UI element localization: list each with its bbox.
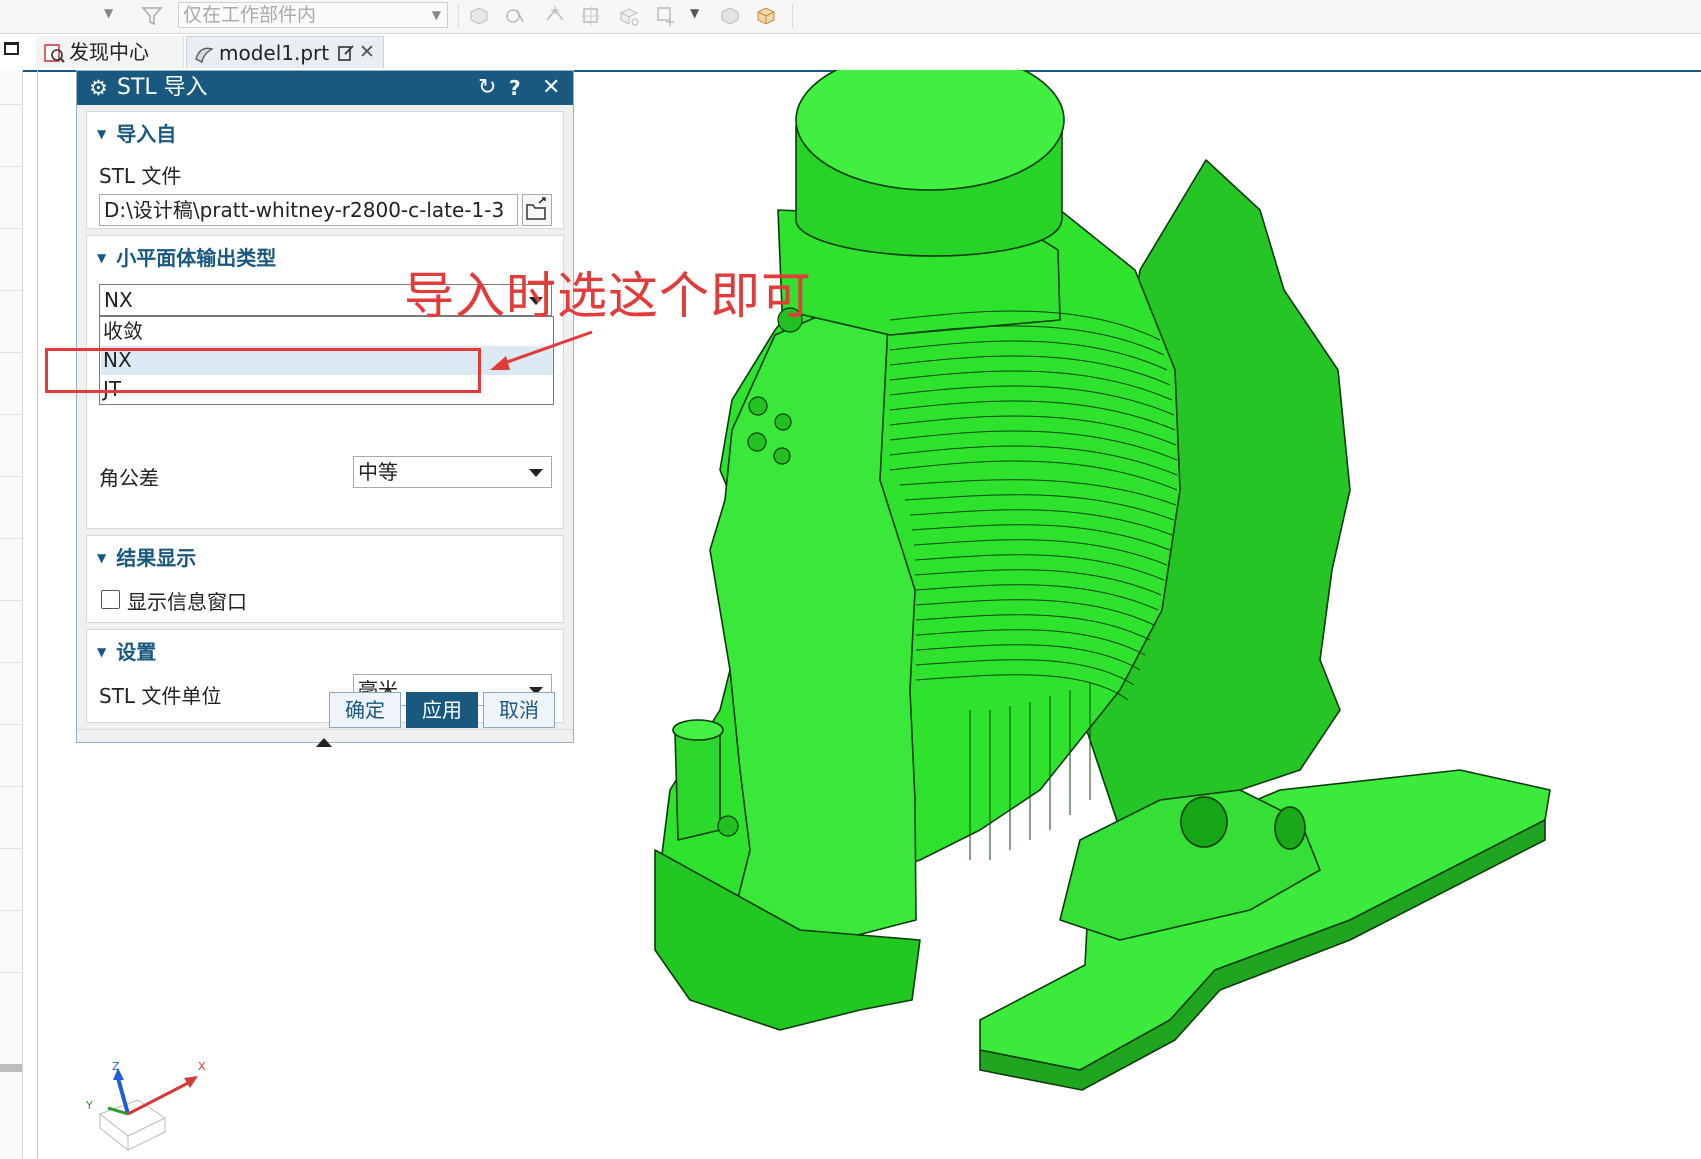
dialog-title-bar[interactable]: ⚙ STL 导入 ↻ ? ✕ bbox=[77, 71, 573, 105]
chevron-down-icon: ▼ bbox=[431, 8, 441, 22]
model-side-boss bbox=[1274, 806, 1306, 850]
group-title: 小平面体输出类型 bbox=[116, 246, 277, 270]
apply-button[interactable]: 应用 bbox=[406, 692, 478, 728]
group-title: 导入自 bbox=[116, 122, 177, 146]
tab-discover-center[interactable]: 发现中心 bbox=[36, 36, 184, 68]
collapse-triangle-icon: ▼ bbox=[97, 251, 107, 265]
selection-scope-value: 仅在工作部件内 bbox=[183, 4, 317, 26]
tab-model1-prt[interactable]: model1.prt ✕ bbox=[186, 36, 384, 68]
group-header-import-from[interactable]: ▼ 导入自 bbox=[97, 118, 176, 147]
midpoint-snap-icon[interactable] bbox=[579, 4, 603, 28]
graphics-viewport[interactable] bbox=[560, 70, 1701, 1159]
collapse-up-icon[interactable] bbox=[316, 738, 332, 747]
angle-tolerance-value: 中等 bbox=[358, 460, 398, 484]
x-axis-label: X bbox=[198, 1060, 206, 1073]
group-title: 设置 bbox=[116, 640, 157, 664]
stl-file-path-input[interactable]: D:\设计稿\pratt-whitney-r2800-c-late-1-3 bbox=[99, 194, 518, 226]
model-mount-hole bbox=[1180, 796, 1228, 848]
top-toolbar: ▼ 仅在工作部件内 ▼ ▼ bbox=[0, 0, 1701, 34]
show-info-window-checkbox[interactable] bbox=[101, 590, 120, 609]
annotation-text: 导入时选这个即可 bbox=[404, 267, 812, 325]
group-result-display: ▼ 结果显示 显示信息窗口 bbox=[86, 535, 564, 623]
angle-tolerance-select[interactable]: 中等 bbox=[353, 456, 552, 488]
model-intake-fitting bbox=[674, 724, 721, 841]
type-filter-dropdown-icon[interactable]: ▼ bbox=[104, 6, 113, 20]
cancel-button[interactable]: 取消 bbox=[483, 692, 555, 728]
help-icon[interactable]: ? bbox=[509, 71, 521, 105]
angle-tolerance-label: 角公差 bbox=[99, 466, 159, 490]
selection-scope-dropdown[interactable]: 仅在工作部件内 ▼ bbox=[178, 2, 448, 28]
shaded-view-icon[interactable] bbox=[718, 4, 742, 28]
resource-bar bbox=[0, 70, 23, 1159]
annotation-highlight-box bbox=[45, 348, 481, 393]
collapse-triangle-icon: ▼ bbox=[97, 645, 107, 659]
y-axis-label: Y bbox=[85, 1099, 93, 1112]
z-axis-label: Z bbox=[112, 1060, 120, 1073]
stl-unit-label: STL 文件单位 bbox=[99, 684, 222, 708]
close-icon[interactable]: ✕ bbox=[542, 71, 560, 105]
model-intake-fitting-top bbox=[672, 719, 724, 741]
annotation-arrow bbox=[490, 330, 593, 370]
close-tab-icon[interactable]: ✕ bbox=[359, 36, 375, 68]
point-snap-icon[interactable] bbox=[503, 4, 527, 28]
part-file-icon bbox=[195, 47, 214, 63]
collapse-triangle-icon: ▼ bbox=[97, 551, 107, 565]
collapse-triangle-icon: ▼ bbox=[97, 127, 107, 141]
gear-icon: ⚙ bbox=[89, 76, 108, 100]
body-snap-icon[interactable] bbox=[467, 4, 491, 28]
modified-doc-icon bbox=[338, 45, 354, 61]
group-title: 结果显示 bbox=[116, 546, 197, 570]
dialog-title: STL 导入 bbox=[117, 75, 208, 100]
tab-label: 发现中心 bbox=[69, 40, 149, 64]
x-axis-arrow bbox=[127, 1080, 191, 1116]
wcs-triad: Z X Y bbox=[85, 1060, 206, 1152]
part-view-icon[interactable] bbox=[754, 4, 778, 28]
show-info-window-label: 显示信息窗口 bbox=[127, 590, 247, 614]
group-header-facet-output[interactable]: ▼ 小平面体输出类型 bbox=[97, 242, 276, 271]
group-import-from: ▼ 导入自 STL 文件 D:\设计稿\pratt-whitney-r2800-c… bbox=[86, 111, 564, 229]
browse-folder-button[interactable] bbox=[522, 194, 552, 226]
window-restore-icon[interactable] bbox=[4, 42, 19, 55]
endpoint-snap-icon[interactable] bbox=[543, 4, 567, 28]
rail-divider bbox=[37, 70, 38, 1159]
group-header-result-display[interactable]: ▼ 结果显示 bbox=[97, 542, 196, 571]
discover-center-icon bbox=[44, 44, 65, 63]
snap-more-dropdown-icon[interactable]: ▼ bbox=[690, 6, 699, 20]
folder-open-icon bbox=[526, 197, 546, 220]
reset-icon[interactable]: ↻ bbox=[478, 71, 496, 105]
z-axis-arrow bbox=[116, 1077, 130, 1115]
face-snap-icon[interactable] bbox=[617, 4, 641, 28]
stl-import-dialog: ⚙ STL 导入 ↻ ? ✕ ▼ 导入自 STL 文件 D:\设计稿\pratt-… bbox=[76, 70, 574, 747]
document-tab-bar: 发现中心 model1.prt ✕ bbox=[0, 34, 1701, 72]
selection-filter-icon[interactable] bbox=[140, 4, 164, 28]
tab-label: model1.prt bbox=[219, 41, 330, 65]
group-header-settings[interactable]: ▼ 设置 bbox=[97, 636, 156, 665]
stl-file-label: STL 文件 bbox=[99, 164, 182, 188]
ok-button[interactable]: 确定 bbox=[329, 692, 401, 728]
chevron-down-icon bbox=[529, 469, 543, 477]
box-select-icon[interactable] bbox=[654, 4, 678, 28]
rail-scroll-handle[interactable] bbox=[0, 1064, 22, 1072]
facet-type-selected-value: NX bbox=[104, 288, 133, 312]
